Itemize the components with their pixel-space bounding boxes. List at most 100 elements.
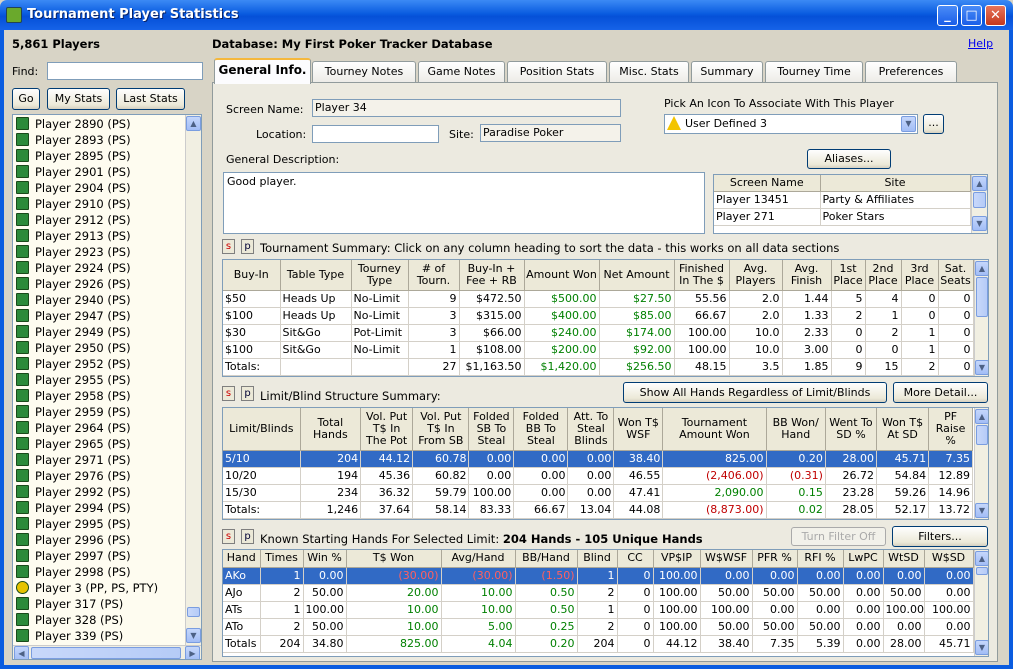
player-list-item[interactable]: Player 2996 (PS)	[15, 532, 185, 548]
limit-p-button[interactable]: p	[241, 386, 254, 401]
table-row[interactable]: $100 Sit&Go No-Limit 1 $108.00 $200.00 $92.00 1…	[223, 341, 974, 359]
player-list-item[interactable]: Player 2997 (PS)	[15, 548, 185, 564]
aliases-button[interactable]: Aliases...	[807, 149, 891, 169]
maximize-icon[interactable]: □	[961, 5, 982, 26]
close-icon[interactable]: ✕	[985, 5, 1006, 26]
scroll-thumb[interactable]	[976, 425, 988, 445]
player-list-hscrollbar[interactable]: ◀ ▶	[13, 645, 201, 659]
column-header[interactable]: Won T$ At SD	[876, 408, 930, 451]
column-header[interactable]: W$WSF	[700, 550, 753, 568]
minimize-icon[interactable]: _	[937, 5, 958, 26]
column-header[interactable]: Avg. Finish	[782, 260, 832, 291]
column-header[interactable]: Buy-In + Fee + RB	[459, 260, 525, 291]
chevron-down-icon[interactable]: ▼	[901, 116, 916, 132]
find-input[interactable]	[47, 62, 203, 80]
tab-misc-stats[interactable]: Misc. Stats	[609, 61, 689, 83]
player-list-item[interactable]: Player 2992 (PS)	[15, 484, 185, 500]
hands-vscrollbar[interactable]: ▲ ▼	[974, 550, 988, 656]
table-row[interactable]: $100 Heads Up No-Limit 3 $315.00 $400.00 $85.0…	[223, 307, 974, 325]
scroll-down-icon[interactable]: ▼	[975, 360, 988, 375]
column-header[interactable]: BB Won/ Hand	[766, 408, 826, 451]
player-list-item[interactable]: Player 2912 (PS)	[15, 212, 185, 228]
tab-tourney-time[interactable]: Tourney Time	[765, 61, 863, 83]
player-list-vscrollbar[interactable]: ▲ ▼	[185, 115, 201, 645]
column-header[interactable]: Net Amount	[599, 260, 675, 291]
my-stats-button[interactable]: My Stats	[47, 88, 110, 110]
go-button[interactable]: Go	[12, 88, 40, 110]
icon-picker-select[interactable]: User Defined 3	[664, 114, 918, 134]
scroll-down-icon[interactable]: ▼	[975, 640, 988, 655]
tab-position-stats[interactable]: Position Stats	[507, 61, 607, 83]
player-list-item[interactable]: Player 2895 (PS)	[15, 148, 185, 164]
column-header[interactable]: Sat. Seats	[938, 260, 974, 291]
column-header[interactable]: VP$IP	[653, 550, 701, 568]
hands-s-button[interactable]: s	[222, 529, 235, 544]
column-header[interactable]: Folded SB To Steal	[468, 408, 515, 451]
column-header[interactable]: Hand	[223, 550, 261, 568]
player-list-item[interactable]: Player 2893 (PS)	[15, 132, 185, 148]
column-header[interactable]: Times	[260, 550, 304, 568]
column-header[interactable]: Limit/Blinds	[223, 408, 301, 451]
screen-name-field[interactable]: Player 34	[312, 99, 621, 117]
column-header[interactable]: Tourney Type	[351, 260, 409, 291]
site-field[interactable]: Paradise Poker	[480, 124, 621, 142]
player-list-item[interactable]: Player 2926 (PS)	[15, 276, 185, 292]
player-list-item[interactable]: Player 2904 (PS)	[15, 180, 185, 196]
scroll-down-icon[interactable]: ▼	[975, 503, 988, 518]
table-row[interactable]: Player 13451 Party & Affiliates	[714, 191, 971, 209]
player-list-item[interactable]: Player 2998 (PS)	[15, 564, 185, 580]
description-textarea[interactable]: Good player.	[223, 172, 705, 234]
tab-preferences[interactable]: Preferences	[865, 61, 957, 83]
player-list[interactable]: Player 2890 (PS) Player 2893 (PS) Player 2…	[12, 114, 202, 660]
more-detail-button[interactable]: More Detail...	[893, 382, 988, 403]
player-list-item[interactable]: Player 3 (PP, PS, PTY)	[15, 580, 185, 596]
column-header[interactable]: Blind	[577, 550, 618, 568]
scroll-up-icon[interactable]: ▲	[186, 116, 201, 131]
player-list-item[interactable]: Player 2952 (PS)	[15, 356, 185, 372]
column-header[interactable]: W$SD	[924, 550, 974, 568]
hands-p-button[interactable]: p	[241, 529, 254, 544]
table-row[interactable]: 15/30 234 36.32 59.79 100.00 0.00 0.00 47.41 2,0…	[223, 484, 973, 502]
column-header[interactable]: Finished In The $	[674, 260, 730, 291]
player-list-item[interactable]: Player 2955 (PS)	[15, 372, 185, 388]
player-list-item[interactable]: Player 2958 (PS)	[15, 388, 185, 404]
scroll-up-icon[interactable]: ▲	[972, 176, 987, 191]
scroll-thumb[interactable]	[187, 607, 200, 617]
column-header[interactable]: Avg. Players	[729, 260, 783, 291]
tab-general-info[interactable]: General Info.	[214, 58, 311, 84]
player-list-item[interactable]: Player 2924 (PS)	[15, 260, 185, 276]
limit-s-button[interactable]: s	[222, 386, 235, 401]
column-header[interactable]: Tournament Amount Won	[662, 408, 767, 451]
column-header[interactable]: WtSD	[883, 550, 925, 568]
column-header[interactable]: CC	[617, 550, 654, 568]
column-header[interactable]: LwPC	[843, 550, 884, 568]
column-header[interactable]: Vol. Put T$ In The Pot	[360, 408, 414, 451]
column-header[interactable]: Amount Won	[524, 260, 600, 291]
aliases-header-screen-name[interactable]: Screen Name	[714, 175, 821, 192]
aliases-header-site[interactable]: Site	[820, 175, 971, 192]
player-list-item[interactable]: Player 2964 (PS)	[15, 420, 185, 436]
tab-summary[interactable]: Summary	[691, 61, 763, 83]
tourney-vscrollbar[interactable]: ▲ ▼	[974, 260, 988, 376]
scroll-thumb[interactable]	[976, 277, 988, 317]
scroll-left-icon[interactable]: ◀	[14, 646, 29, 659]
column-header[interactable]: PFR %	[752, 550, 798, 568]
table-row[interactable]: $50 Heads Up No-Limit 9 $472.50 $500.00 $27.50…	[223, 290, 974, 308]
player-list-item[interactable]: Player 2994 (PS)	[15, 500, 185, 516]
column-header[interactable]: Table Type	[280, 260, 352, 291]
limit-vscrollbar[interactable]: ▲ ▼	[974, 408, 988, 519]
table-row[interactable]: ATs 1 100.00 10.00 10.00 0.50 1 0 100.00 100.00 0.…	[223, 601, 974, 619]
player-list-item[interactable]: Player 328 (PS)	[15, 612, 185, 628]
table-row[interactable]: 10/20 194 45.36 60.82 0.00 0.00 0.00 46.55 (2,40…	[223, 467, 973, 485]
column-header[interactable]: Total Hands	[300, 408, 362, 451]
column-header[interactable]: 3rd Place	[901, 260, 939, 291]
tourney-s-button[interactable]: s	[222, 239, 235, 254]
tab-tourney-notes[interactable]: Tourney Notes	[312, 61, 416, 83]
player-list-item[interactable]: Player 2947 (PS)	[15, 308, 185, 324]
scroll-thumb[interactable]	[973, 192, 986, 208]
totals-row[interactable]: Totals 204 34.80 825.00 4.04 0.20 204 0 44.12 38.…	[223, 635, 974, 653]
player-list-item[interactable]: Player 2995 (PS)	[15, 516, 185, 532]
player-list-item[interactable]: Player 2950 (PS)	[15, 340, 185, 356]
player-list-item[interactable]: Player 2890 (PS)	[15, 116, 185, 132]
aliases-vscrollbar[interactable]: ▲ ▼	[971, 175, 987, 233]
